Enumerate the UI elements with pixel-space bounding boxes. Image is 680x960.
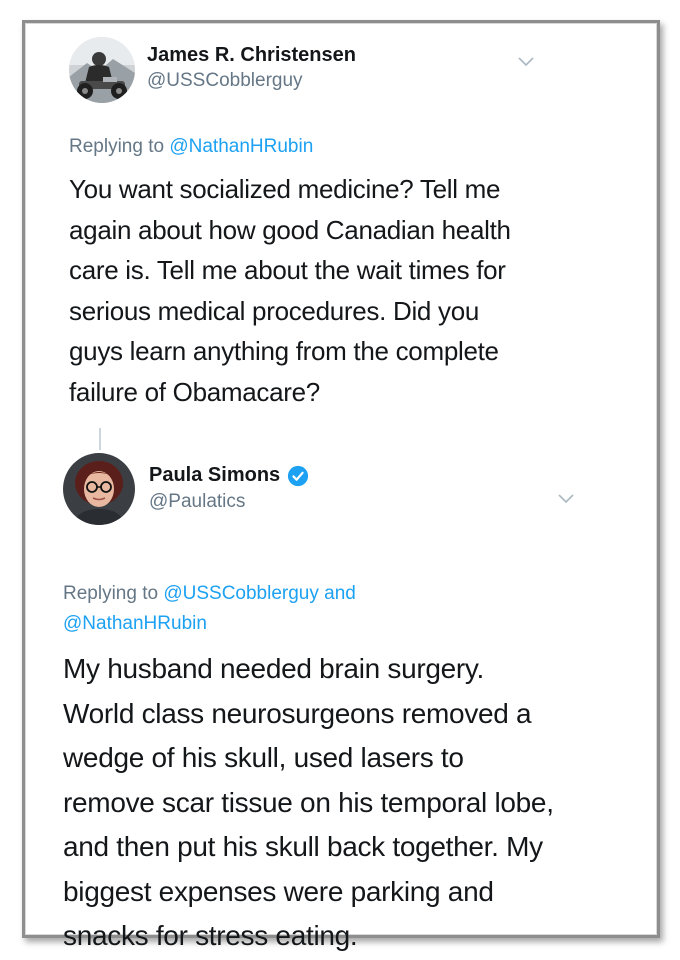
avatar-woman-glasses-icon [63, 453, 135, 525]
mention-link[interactable]: @USSCobblerguy [163, 583, 319, 604]
mention-link[interactable]: @NathanHRubin [63, 613, 207, 634]
chevron-down-icon[interactable] [557, 493, 575, 505]
tweet-text: You want socialized medicine? Tell me ag… [69, 174, 511, 407]
screenshot-frame: James R. Christensen @USSCobblerguy Repl… [22, 20, 660, 951]
user-handle[interactable]: @USSCobblerguy [147, 70, 303, 92]
chevron-down-icon[interactable] [517, 56, 535, 68]
replying-joiner: and [318, 583, 356, 604]
display-name-text[interactable]: Paula Simons [149, 464, 280, 487]
thread-connector-line [99, 428, 101, 450]
avatar[interactable] [69, 37, 135, 103]
display-name[interactable]: James R. Christensen [147, 44, 356, 67]
avatar[interactable] [63, 453, 135, 525]
display-name[interactable]: Paula Simons [149, 464, 309, 487]
replying-prefix: Replying to [69, 136, 170, 157]
mention-link[interactable]: @NathanHRubin [169, 136, 313, 157]
user-handle[interactable]: @Paulatics [149, 491, 245, 513]
verified-badge-icon [288, 465, 309, 486]
replying-to-line: Replying to @USSCobblerguy and @NathanHR… [63, 579, 503, 639]
replying-prefix: Replying to [63, 583, 164, 604]
replying-to-line: Replying to @NathanHRubin [69, 132, 313, 162]
tweet-text: My husband needed brain surgery. World c… [63, 653, 554, 951]
avatar-motorcycle-rider-icon [69, 37, 135, 103]
